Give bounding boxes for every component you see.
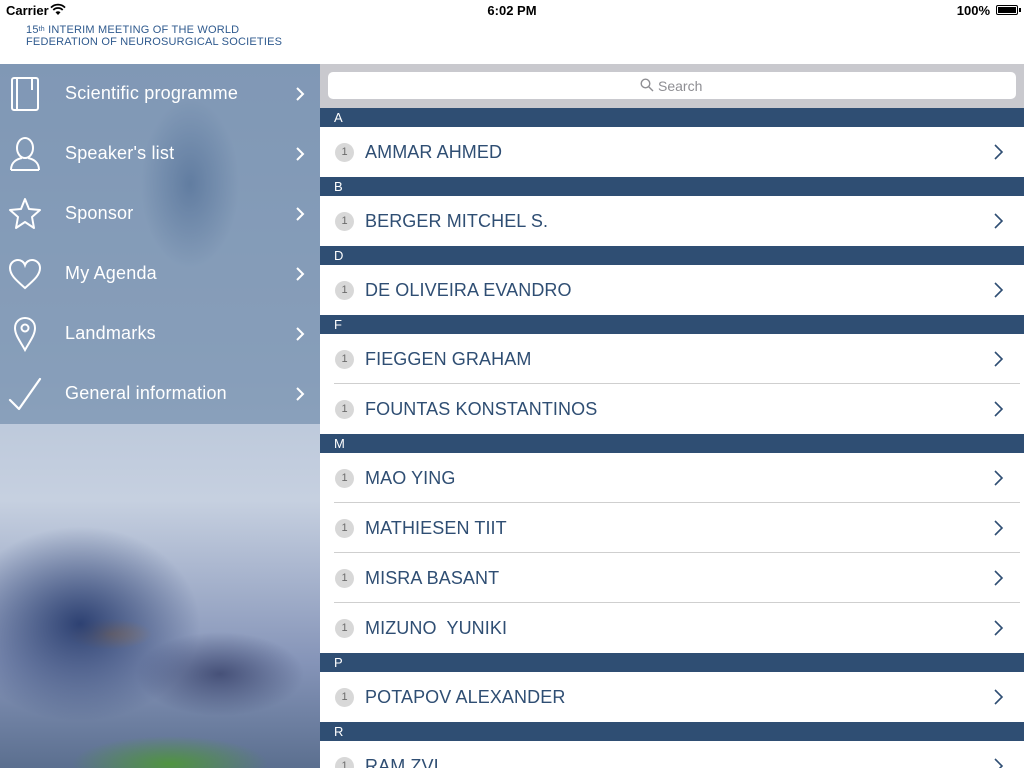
speaker-name: RAM ZVI [365, 756, 439, 768]
speaker-name: AMMAR AHMED [365, 142, 503, 162]
clock: 6:02 PM [487, 3, 537, 18]
count-badge: 1 [335, 281, 354, 300]
chevron-right-icon [994, 351, 1004, 367]
sidebar-item-label: Speaker's list [65, 143, 175, 163]
table-row[interactable]: 1 RAM ZVI [320, 741, 1024, 768]
chevron-right-icon [994, 689, 1004, 705]
chevron-right-icon [296, 147, 305, 161]
chevron-right-icon [296, 87, 305, 101]
table-row[interactable]: 1 FIEGGEN GRAHAM [320, 334, 1024, 384]
battery-icon [996, 5, 1021, 15]
sidebar-item-label: My Agenda [65, 263, 157, 283]
speaker-name: BERGER MITCHEL S. [365, 211, 549, 231]
chevron-right-icon [994, 520, 1004, 536]
heart-icon [8, 258, 42, 290]
sidebar-item-my-agenda[interactable]: My Agenda [0, 244, 320, 304]
speaker-name: MAO YING [365, 468, 456, 488]
location-pin-icon [13, 316, 37, 352]
table-row[interactable]: 1 FOUNTAS KONSTANTINOS [320, 384, 1024, 434]
table-row[interactable]: 1 BERGER MITCHEL S. [320, 196, 1024, 246]
speaker-name: FIEGGEN GRAHAM [365, 349, 532, 369]
sidebar-menu: Scientific programme Speaker's list Spon… [0, 64, 320, 424]
search-field[interactable] [328, 72, 1016, 99]
speaker-list-panel: A 1 AMMAR AHMED B 1 BERGER MITCHEL S. D … [320, 64, 1024, 768]
speaker-name: DE OLIVEIRA EVANDRO [365, 280, 572, 300]
sidebar-item-label: Landmarks [65, 323, 156, 343]
search-icon [640, 78, 654, 92]
section-header-a: A [320, 108, 1024, 127]
table-row[interactable]: 1 MATHIESEN TIIT [320, 503, 1024, 553]
speaker-name: POTAPOV ALEXANDER [365, 687, 566, 707]
section-header-b: B [320, 177, 1024, 196]
conference-logo: 15th INTERIM MEETING OF THE WORLD FEDERA… [26, 24, 326, 48]
star-icon [9, 198, 41, 229]
count-badge: 1 [335, 469, 354, 488]
chevron-right-icon [994, 758, 1004, 768]
search-bar [320, 64, 1024, 108]
speaker-name: MIZUNO YUNIKI [365, 618, 508, 638]
count-badge: 1 [335, 569, 354, 588]
chevron-right-icon [994, 620, 1004, 636]
book-icon [11, 77, 39, 111]
logo-line-1: 15th INTERIM MEETING OF THE WORLD [26, 24, 240, 36]
count-badge: 1 [335, 400, 354, 419]
person-icon [10, 137, 40, 171]
section-header-f: F [320, 315, 1024, 334]
speaker-name: MATHIESEN TIIT [365, 518, 507, 538]
section-header-m: M [320, 434, 1024, 453]
chevron-right-icon [296, 387, 305, 401]
chevron-right-icon [994, 570, 1004, 586]
table-row[interactable]: 1 MISRA BASANT [320, 553, 1024, 603]
chevron-right-icon [296, 327, 305, 341]
section-header-p: P [320, 653, 1024, 672]
speaker-name: FOUNTAS KONSTANTINOS [365, 399, 598, 419]
count-badge: 1 [335, 619, 354, 638]
sidebar-item-label: Scientific programme [65, 83, 239, 103]
count-badge: 1 [335, 143, 354, 162]
sidebar: Scientific programme Speaker's list Spon… [0, 64, 320, 768]
count-badge: 1 [335, 350, 354, 369]
section-header-d: D [320, 246, 1024, 265]
count-badge: 1 [335, 757, 354, 768]
count-badge: 1 [335, 212, 354, 231]
chevron-right-icon [994, 144, 1004, 160]
search-input[interactable] [658, 75, 858, 96]
table-row[interactable]: 1 POTAPOV ALEXANDER [320, 672, 1024, 722]
table-row[interactable]: 1 DE OLIVEIRA EVANDRO [320, 265, 1024, 315]
chevron-right-icon [296, 207, 305, 221]
speaker-name: MISRA BASANT [365, 568, 500, 588]
logo-line-2: FEDERATION OF NEUROSURGICAL SOCIETIES [26, 36, 283, 48]
table-row[interactable]: 1 MIZUNO YUNIKI [320, 603, 1024, 653]
count-badge: 1 [335, 519, 354, 538]
table-row[interactable]: 1 AMMAR AHMED [320, 127, 1024, 177]
chevron-right-icon [994, 470, 1004, 486]
battery-percentage: 100% [956, 3, 990, 18]
sidebar-item-speakers-list[interactable]: Speaker's list [0, 124, 320, 184]
checkmark-icon [8, 377, 42, 411]
sidebar-item-scientific-programme[interactable]: Scientific programme [0, 64, 320, 124]
count-badge: 1 [335, 688, 354, 707]
sidebar-item-label: General information [65, 383, 227, 403]
sidebar-item-landmarks[interactable]: Landmarks [0, 304, 320, 364]
sidebar-item-general-information[interactable]: General information [0, 364, 320, 424]
chevron-right-icon [994, 213, 1004, 229]
sidebar-item-sponsor[interactable]: Sponsor [0, 184, 320, 244]
chevron-right-icon [994, 282, 1004, 298]
chevron-right-icon [994, 401, 1004, 417]
status-bar: Carrier 6:02 PM 100% [0, 0, 1024, 20]
chevron-right-icon [296, 267, 305, 281]
table-row[interactable]: 1 MAO YING [320, 453, 1024, 503]
sidebar-item-label: Sponsor [65, 203, 134, 223]
section-header-r: R [320, 722, 1024, 741]
